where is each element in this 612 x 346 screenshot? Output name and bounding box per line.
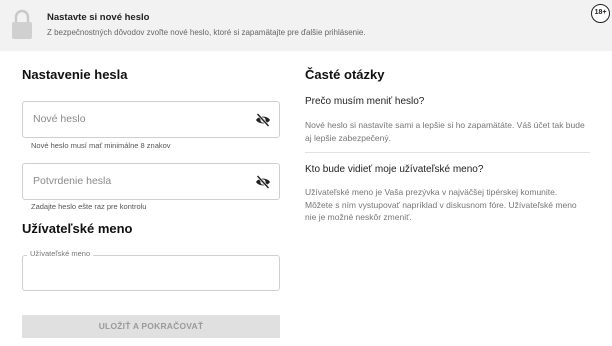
faq-answer: Nové heslo si nastavíte sami a lepšie si… [305,120,585,143]
username-field[interactable] [22,255,280,291]
info-banner: Nastavte si nové heslo Z bezpečnostných … [0,0,612,51]
confirm-password-hint: Zadajte heslo ešte raz pre kontrolu [31,202,147,211]
new-password-hint: Nové heslo musí mať minimálne 8 znakov [31,141,171,150]
eye-off-icon[interactable] [255,175,271,189]
faq-question: Kto bude vidieť moje užívateľské meno? [305,164,484,175]
new-password-field[interactable]: Nové heslo [22,101,280,138]
username-field-label: Užívateľské meno [27,249,94,258]
confirm-password-placeholder: Potvrdenie hesla [33,175,112,187]
banner-text: Z bezpečnostných dôvodov zvoľte nové hes… [47,28,366,37]
age-restriction-badge: 18+ [591,4,610,23]
confirm-password-field[interactable]: Potvrdenie hesla [22,163,280,200]
password-section-heading: Nastavenie hesla [22,67,128,82]
banner-title: Nastavte si nové heslo [47,12,150,23]
faq-divider [305,152,590,153]
lock-icon [12,9,32,39]
faq-answer: Užívateľské meno je Vaša prezývka v najv… [305,187,577,222]
faq-heading: Časté otázky [305,67,385,82]
eye-off-icon[interactable] [255,113,271,127]
save-and-continue-button[interactable]: ULOŽIŤ A POKRAČOVAŤ [22,315,280,338]
username-section-heading: Užívateľské meno [22,221,133,236]
faq-question: Prečo musím meniť heslo? [305,96,425,107]
new-password-placeholder: Nové heslo [33,113,86,125]
